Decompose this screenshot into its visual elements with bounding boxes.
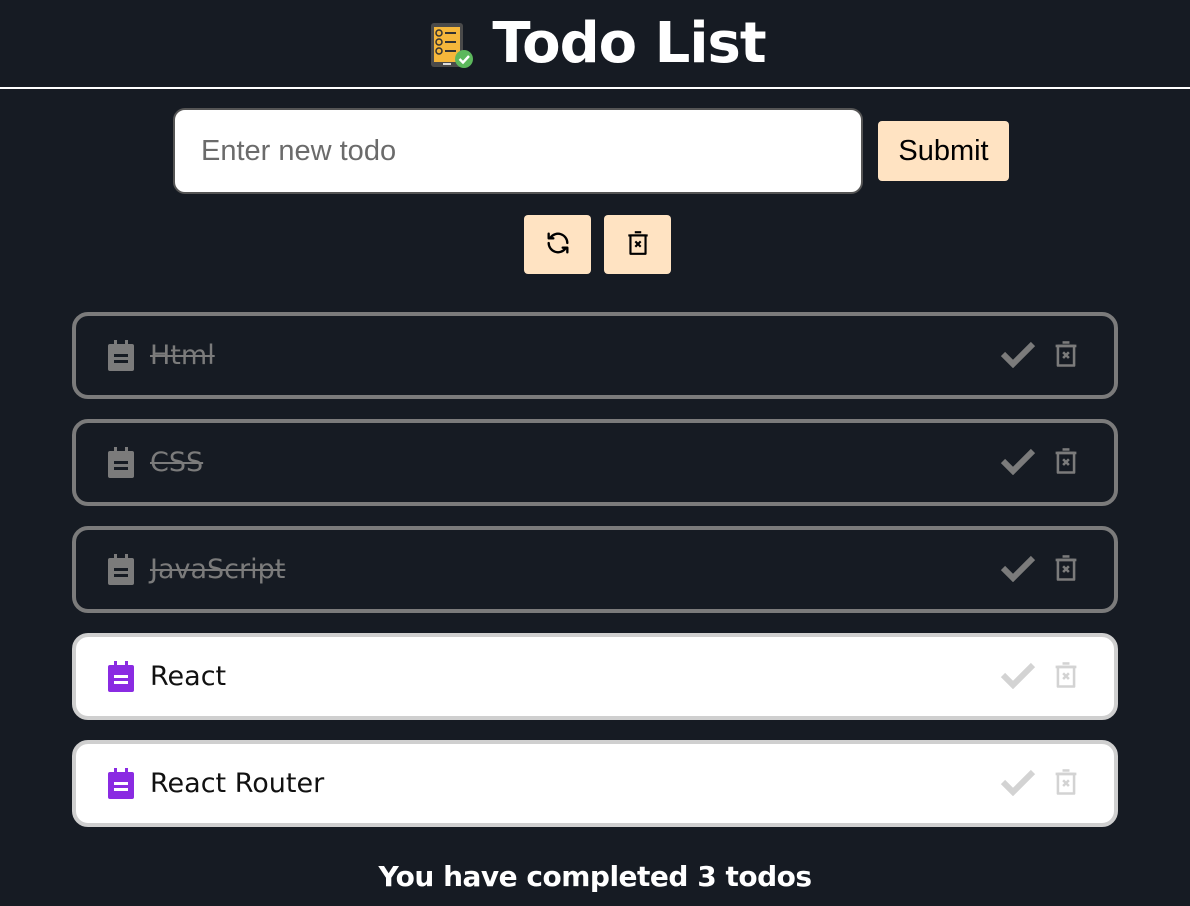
clipboard-icon [106, 446, 136, 480]
todo-text: React Router [150, 768, 325, 799]
todo-item: Html [72, 312, 1118, 399]
todo-text: Html [150, 340, 215, 371]
refresh-icon [544, 229, 572, 260]
delete-button[interactable] [1052, 767, 1080, 800]
clipboard-icon [106, 339, 136, 373]
delete-button[interactable] [1052, 339, 1080, 372]
delete-button[interactable] [1052, 553, 1080, 586]
todo-item: React [72, 633, 1118, 720]
trash-x-icon [1052, 660, 1080, 693]
new-todo-input[interactable] [173, 108, 863, 194]
todo-actions [1000, 339, 1080, 372]
delete-button[interactable] [1052, 446, 1080, 479]
page-title: Todo List [492, 10, 766, 76]
todo-item: JavaScript [72, 526, 1118, 613]
complete-button[interactable] [1000, 447, 1036, 478]
check-icon [1000, 768, 1036, 799]
checklist-tablet-icon [424, 19, 476, 71]
check-icon [1000, 661, 1036, 692]
todo-actions [1000, 660, 1080, 693]
complete-button[interactable] [1000, 554, 1036, 585]
trash-x-icon [625, 229, 651, 260]
clipboard-icon [106, 660, 136, 694]
todo-text: CSS [150, 447, 204, 478]
todo-actions [1000, 767, 1080, 800]
clear-all-button[interactable] [604, 215, 671, 274]
complete-button[interactable] [1000, 768, 1036, 799]
completed-count: You have completed 3 todos [378, 860, 812, 893]
todo-list: Html CSS JavaScript React React Router [72, 312, 1118, 847]
trash-x-icon [1052, 339, 1080, 372]
todo-item: React Router [72, 740, 1118, 827]
trash-x-icon [1052, 446, 1080, 479]
clipboard-icon [106, 767, 136, 801]
check-icon [1000, 340, 1036, 371]
todo-text: React [150, 661, 227, 692]
check-icon [1000, 447, 1036, 478]
toolbar [524, 215, 671, 274]
todo-item: CSS [72, 419, 1118, 506]
trash-x-icon [1052, 767, 1080, 800]
complete-button[interactable] [1000, 340, 1036, 371]
app-header: Todo List [0, 0, 1190, 89]
check-icon [1000, 554, 1036, 585]
new-todo-form: Submit [173, 108, 1009, 194]
complete-button[interactable] [1000, 661, 1036, 692]
submit-button[interactable]: Submit [878, 121, 1009, 181]
refresh-button[interactable] [524, 215, 591, 274]
clipboard-icon [106, 553, 136, 587]
todo-text: JavaScript [150, 554, 286, 585]
trash-x-icon [1052, 553, 1080, 586]
todo-actions [1000, 446, 1080, 479]
delete-button[interactable] [1052, 660, 1080, 693]
todo-actions [1000, 553, 1080, 586]
